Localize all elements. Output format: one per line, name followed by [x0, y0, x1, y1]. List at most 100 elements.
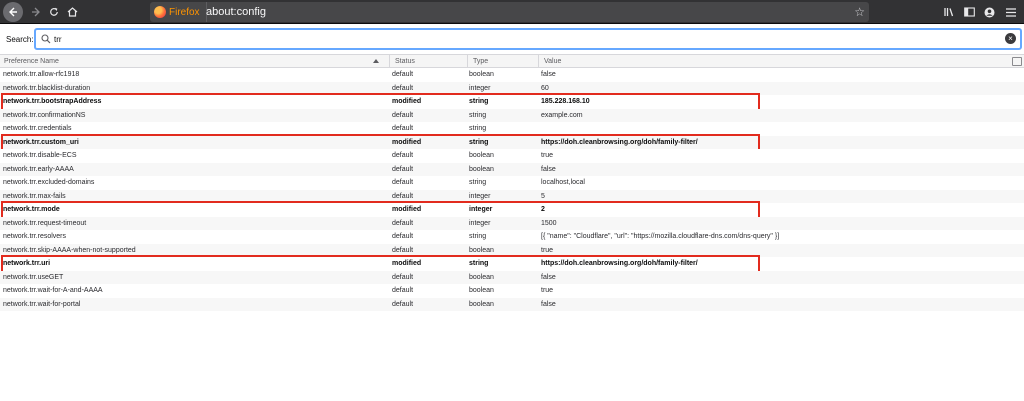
pref-name-cell: network.trr.useGET — [3, 273, 64, 281]
browser-toolbar: Firefox about:config ☆ — [0, 0, 1024, 24]
pref-status-cell: default — [392, 71, 414, 78]
column-header-value[interactable]: Value — [540, 55, 1010, 68]
pref-name-cell: network.trr.excluded-domains — [3, 179, 95, 186]
pref-type-cell: string — [469, 260, 489, 267]
pref-name-cell: network.trr.disable-ECS — [3, 152, 77, 159]
pref-value-cell: true — [541, 287, 554, 294]
search-row: Search: × — [0, 28, 1024, 52]
table-row[interactable]: network.trr.custom_uri modified string http… — [0, 133, 1024, 154]
pref-status-cell: modified — [392, 98, 422, 105]
pref-type-cell: string — [469, 138, 489, 146]
account-icon — [984, 7, 994, 17]
table-row[interactable]: network.trr.request-timeout default intege… — [0, 216, 1024, 230]
back-button[interactable] — [3, 2, 23, 22]
sidebar-button[interactable] — [959, 2, 979, 22]
pref-type-cell: boolean — [469, 71, 494, 78]
table-row[interactable]: network.trr.useGET default boolean false — [0, 270, 1024, 284]
forward-icon — [32, 7, 40, 17]
search-label: Search: — [6, 35, 34, 44]
pref-status-cell: default — [392, 300, 414, 308]
pref-status-cell: default — [392, 287, 414, 294]
pref-value-cell: 2 — [541, 206, 545, 213]
table-row[interactable]: network.trr.early-AAAA default boolean fals… — [0, 162, 1024, 176]
pref-name-cell: network.trr.resolvers — [3, 233, 67, 240]
back-icon — [9, 7, 17, 17]
firefox-logo — [154, 6, 166, 18]
pref-status-cell: default — [392, 273, 414, 281]
table-row[interactable]: network.trr.mode modified integer 2 — [0, 201, 1024, 222]
pref-type-cell: boolean — [469, 165, 494, 173]
forward-button[interactable] — [26, 2, 46, 22]
pref-status-cell: default — [392, 179, 414, 186]
pref-value-cell: localhost,local — [541, 179, 585, 186]
url-bar[interactable]: Firefox about:config ☆ — [150, 2, 869, 22]
pref-name-cell: network.trr.wait-for-A-and-AAAA — [3, 287, 103, 294]
table-body: network.trr.allow-rfc1918 default boolean f… — [0, 68, 1024, 311]
menu-icon — [1006, 7, 1016, 17]
pref-value-cell: false — [541, 300, 556, 308]
table-row[interactable]: network.trr.wait-for-portal default boolea… — [0, 297, 1024, 311]
pref-name-cell: network.trr.bootstrapAddress — [3, 98, 102, 105]
table-row[interactable]: network.trr.resolvers default string [{ "na… — [0, 230, 1024, 244]
column-header-name[interactable]: Preference Name — [0, 55, 390, 68]
home-button[interactable] — [62, 2, 82, 22]
pref-value-cell: [{ "name": "Cloudflare", "url": "https:/… — [541, 233, 780, 240]
pref-name-cell: network.trr.allow-rfc1918 — [3, 71, 80, 78]
sort-ascending-icon — [373, 59, 379, 63]
identity-box[interactable]: Firefox — [154, 2, 207, 22]
pref-status-cell: default — [392, 111, 414, 119]
star-icon[interactable]: ☆ — [854, 2, 865, 22]
pref-status-cell: default — [392, 165, 414, 173]
search-input[interactable] — [54, 31, 994, 47]
table-row[interactable]: network.trr.wait-for-A-and-AAAA default bo… — [0, 284, 1024, 298]
pref-type-cell: boolean — [469, 273, 494, 281]
library-button[interactable] — [939, 2, 959, 22]
pref-value-cell: example.com — [541, 111, 583, 119]
pref-name-cell: network.trr.mode — [3, 206, 60, 213]
preferences-table: Preference Name Status Type Value networ… — [0, 54, 1024, 311]
column-picker-icon[interactable] — [1012, 57, 1022, 66]
pref-status-cell: default — [392, 219, 414, 227]
table-header: Preference Name Status Type Value — [0, 54, 1024, 68]
search-box[interactable]: × — [34, 28, 1022, 50]
pref-name-cell: network.trr.uri — [3, 260, 51, 267]
search-icon — [41, 34, 51, 44]
pref-value-cell: false — [541, 273, 556, 281]
table-row[interactable]: network.trr.uri modified string https://doh… — [0, 255, 1024, 276]
table-row[interactable]: network.trr.bootstrapAddress modified stri… — [0, 93, 1024, 114]
table-row[interactable]: network.trr.disable-ECS default boolean tru… — [0, 149, 1024, 163]
pref-type-cell: integer — [469, 206, 493, 213]
pref-type-cell: integer — [469, 219, 491, 227]
clear-icon[interactable]: × — [1005, 33, 1016, 44]
account-button[interactable] — [979, 2, 999, 22]
pref-type-cell: boolean — [469, 152, 494, 159]
table-row[interactable]: network.trr.allow-rfc1918 default boolean f… — [0, 68, 1024, 82]
table-row[interactable]: network.trr.confirmationNS default string e… — [0, 108, 1024, 122]
identity-label: Firefox — [169, 6, 200, 18]
pref-value-cell: false — [541, 71, 556, 78]
sidebar-icon — [963, 7, 975, 17]
pref-status-cell: modified — [392, 260, 422, 267]
menu-button[interactable] — [1001, 2, 1021, 22]
pref-value-cell: https://doh.cleanbrowsing.org/doh/family… — [541, 138, 698, 146]
pref-status-cell: modified — [392, 138, 422, 146]
reload-button[interactable] — [44, 2, 64, 22]
pref-value-cell: https://doh.cleanbrowsing.org/doh/family… — [541, 260, 698, 267]
home-icon — [67, 7, 77, 17]
pref-status-cell: modified — [392, 206, 422, 213]
pref-name-cell: network.trr.early-AAAA — [3, 165, 74, 173]
column-header-type[interactable]: Type — [469, 55, 539, 68]
column-header-status[interactable]: Status — [391, 55, 468, 68]
pref-value-cell: 1500 — [541, 219, 557, 227]
pref-type-cell: string — [469, 111, 487, 119]
pref-value-cell: 185.228.168.10 — [541, 98, 590, 105]
url-text[interactable]: about:config — [206, 2, 266, 22]
pref-name-cell: network.trr.wait-for-portal — [3, 300, 81, 308]
pref-name-cell: network.trr.request-timeout — [3, 219, 87, 227]
pref-type-cell: string — [469, 233, 487, 240]
pref-name-cell: network.trr.custom_uri — [3, 138, 79, 146]
table-row[interactable]: network.trr.excluded-domains default strin… — [0, 176, 1024, 190]
pref-type-cell: string — [469, 179, 487, 186]
pref-type-cell: boolean — [469, 287, 494, 294]
pref-name-cell: network.trr.confirmationNS — [3, 111, 86, 119]
